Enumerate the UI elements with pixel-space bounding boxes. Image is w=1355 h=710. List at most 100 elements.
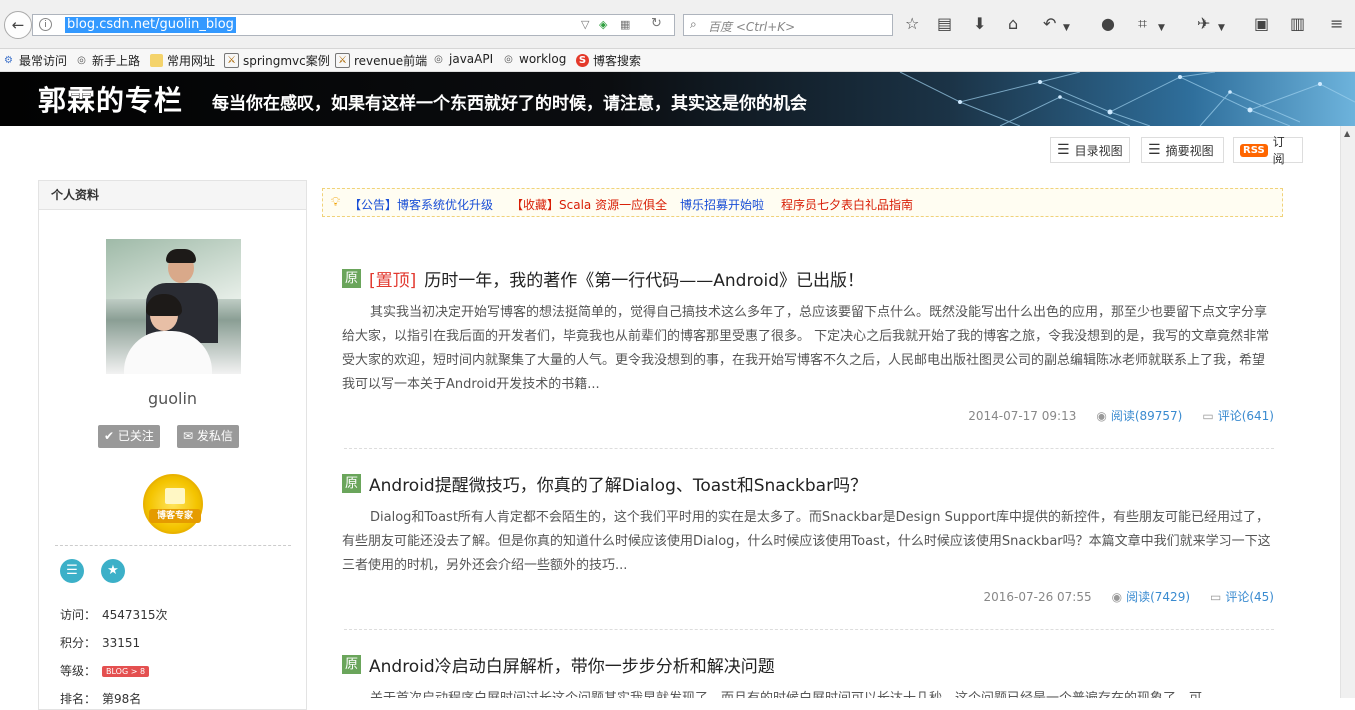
bookmark-label: revenue前端	[354, 54, 428, 68]
avatar-groom-hair	[166, 249, 196, 263]
bookmark-most-visited[interactable]: ⚙ 最常访问	[2, 52, 67, 69]
notice-link[interactable]: 程序员七夕表白礼品指南	[781, 196, 913, 213]
article-date: 2014-07-17 09:13	[968, 408, 1077, 423]
bookmark-label: 新手上路	[92, 54, 141, 68]
followed-button[interactable]: ✔ 已关注	[98, 425, 160, 448]
article-summary: 其实我当初决定开始写博客的想法挺简单的，觉得自己搞技术这么多年了，总应该要留下点…	[342, 305, 1270, 392]
bookmark-getting-started[interactable]: ◎ 新手上路	[75, 52, 140, 69]
scroll-up-icon[interactable]: ▲	[1344, 129, 1350, 138]
vertical-scrollbar[interactable]: ▲	[1340, 126, 1355, 698]
rss-icon: RSS	[1240, 143, 1268, 157]
stat-label: 排名：	[60, 692, 97, 706]
comment-count-link[interactable]: ▭ 评论(45)	[1210, 588, 1274, 605]
search-bar[interactable]: ⌕ 百度 <Ctrl+K>	[683, 14, 893, 36]
extension-icon[interactable]: ✈	[1197, 15, 1210, 33]
crop-icon[interactable]: ⌗	[1138, 15, 1147, 33]
divider	[55, 545, 291, 546]
rss-subscribe-button[interactable]: RSS 订阅	[1233, 135, 1303, 166]
article-title-row: 原 Android冷启动白屏解析，带你一步步分析和解决问题	[342, 652, 1274, 677]
catalog-view-button[interactable]: ☰ 目录视图	[1050, 137, 1130, 163]
lightbulb-icon: 💡︎	[331, 195, 341, 210]
bookmark-worklog[interactable]: ◎ worklog	[502, 52, 566, 66]
profile-heading: 个人资料	[39, 181, 306, 210]
list-icon: ☰	[1148, 142, 1161, 158]
bookmark-label: 博客搜索	[593, 54, 642, 68]
undo-icon[interactable]: ↶	[1043, 15, 1056, 33]
url-bar[interactable]: i blog.csdn.net/guolin_blog ▽ ◈ ▦ ↻	[32, 14, 675, 36]
qr-code-icon[interactable]: ▦	[620, 18, 630, 31]
bookmark-label: 常用网址	[167, 54, 216, 68]
article-title-link[interactable]: Android冷启动白屏解析，带你一步步分析和解决问题	[369, 652, 775, 677]
bookmark-common-sites[interactable]: 常用网址	[150, 52, 215, 69]
bookmark-revenue[interactable]: ⚔ revenue前端	[335, 52, 427, 69]
notice-link[interactable]: 【收藏】Scala 资源一应俱全	[511, 196, 667, 213]
undo-dropdown-icon[interactable]: ▼	[1063, 19, 1070, 37]
original-badge: 原	[342, 473, 361, 493]
browser-toolbar: ← i blog.csdn.net/guolin_blog ▽ ◈ ▦ ↻ ⌕ …	[0, 0, 1355, 49]
catalog-view-label: 目录视图	[1074, 143, 1123, 158]
bookmark-label: 最常访问	[19, 54, 68, 68]
stat-rank: 排名： 第98名	[60, 690, 141, 707]
article-summary: Dialog和Toast所有人肯定都不会陌生的，这个我们平时用的实在是太多了。而…	[342, 510, 1271, 573]
folder-icon	[150, 54, 163, 67]
read-count-link[interactable]: ◉ 阅读(7429)	[1112, 588, 1190, 605]
extension-dropdown-icon[interactable]: ▼	[1218, 19, 1225, 37]
bookmark-springmvc[interactable]: ⚔ springmvc案例	[224, 52, 330, 69]
notice-link[interactable]: 博乐招募开始啦	[680, 196, 764, 213]
article-title-link[interactable]: 历时一年，我的著作《第一行代码——Android》已出版！	[424, 266, 864, 291]
comment-count: 评论(45)	[1225, 590, 1274, 604]
subscribe-label: 订阅	[1272, 135, 1285, 166]
comment-count-link[interactable]: ▭ 评论(641)	[1202, 407, 1274, 424]
download-icon[interactable]: ⬇	[973, 15, 986, 33]
medal-book-icon	[165, 488, 185, 504]
stat-level: 等级： BLOG > 8	[60, 662, 150, 679]
blog-title[interactable]: 郭霖的专栏	[38, 79, 183, 119]
blog-subtitle: 每当你在感叹，如果有这样一个东西就好了的时候，请注意，其实这是你的机会	[212, 94, 807, 114]
read-count-link[interactable]: ◉ 阅读(89757)	[1096, 407, 1182, 424]
stat-value: 33151	[102, 636, 141, 650]
blog-expert-medal[interactable]: 博客专家	[143, 474, 203, 534]
search-icon: ⌕	[690, 17, 697, 31]
bookmark-star-icon[interactable]: ☆	[905, 15, 919, 33]
list-icon: ☰	[1057, 142, 1070, 158]
stat-visits: 访问： 4547315次	[60, 606, 167, 623]
bookmark-javaapi[interactable]: ◎ javaAPI	[432, 52, 493, 66]
notice-link[interactable]: 【公告】博客系统优化升级	[349, 196, 493, 213]
crop-dropdown-icon[interactable]: ▼	[1158, 19, 1165, 37]
reader-icon[interactable]: ▣	[1254, 15, 1269, 33]
bookmark-blog-search[interactable]: S 博客搜索	[576, 52, 641, 69]
url-text[interactable]: blog.csdn.net/guolin_blog	[65, 17, 236, 33]
search-placeholder[interactable]: 百度 <Ctrl+K>	[708, 18, 795, 35]
home-icon[interactable]: ⌂	[1008, 15, 1018, 33]
username[interactable]: guolin	[39, 389, 306, 408]
star-badge-icon[interactable]: ★	[101, 559, 125, 583]
info-icon[interactable]: i	[39, 18, 52, 31]
article-meta: 2014-07-17 09:13 ◉ 阅读(89757) ▭ 评论(641)	[968, 407, 1274, 424]
article-divider	[344, 629, 1274, 630]
avatar[interactable]	[106, 239, 241, 374]
dropdown-arrow-icon[interactable]: ▽	[581, 18, 589, 31]
stat-value: 4547315次	[102, 608, 168, 622]
menu-icon[interactable]: ≡	[1330, 15, 1343, 33]
summary-view-button[interactable]: ☰ 摘要视图	[1141, 137, 1224, 163]
bookmark-label: worklog	[519, 52, 567, 66]
shield-icon[interactable]: ◈	[599, 18, 607, 31]
comment-count: 评论(641)	[1217, 409, 1274, 423]
article-title-link[interactable]: Android提醒微技巧，你真的了解Dialog、Toast和Snackbar吗…	[369, 471, 867, 496]
eye-icon: ◉	[1111, 590, 1123, 604]
image-icon: ⚔	[224, 53, 239, 68]
chat-icon[interactable]: ●	[1101, 15, 1115, 33]
reading-list-icon[interactable]: ▤	[937, 15, 952, 33]
back-arrow-icon[interactable]: ←	[4, 11, 32, 39]
blog-level-badge[interactable]: BLOG > 8	[102, 666, 150, 677]
send-message-button[interactable]: ✉ 发私信	[177, 425, 239, 448]
reload-icon[interactable]: ↻	[651, 16, 662, 31]
article-title-row: 原 [置顶] 历时一年，我的著作《第一行代码——Android》已出版！	[342, 266, 1274, 291]
blog-banner: 郭霖的专栏 每当你在感叹，如果有这样一个东西就好了的时候，请注意，其实这是你的机…	[0, 72, 1355, 126]
stat-points: 积分： 33151	[60, 634, 140, 651]
stat-value: 第98名	[102, 692, 142, 706]
list-badge-icon[interactable]: ☰	[60, 559, 84, 583]
train-icon[interactable]: ▥	[1290, 15, 1305, 33]
article-summary: 关于首次启动程序白屏时间过长这个问题其实我早就发现了，而且有的时候白屏时间可以长…	[342, 687, 1274, 698]
eye-icon: ◉	[1096, 409, 1107, 423]
